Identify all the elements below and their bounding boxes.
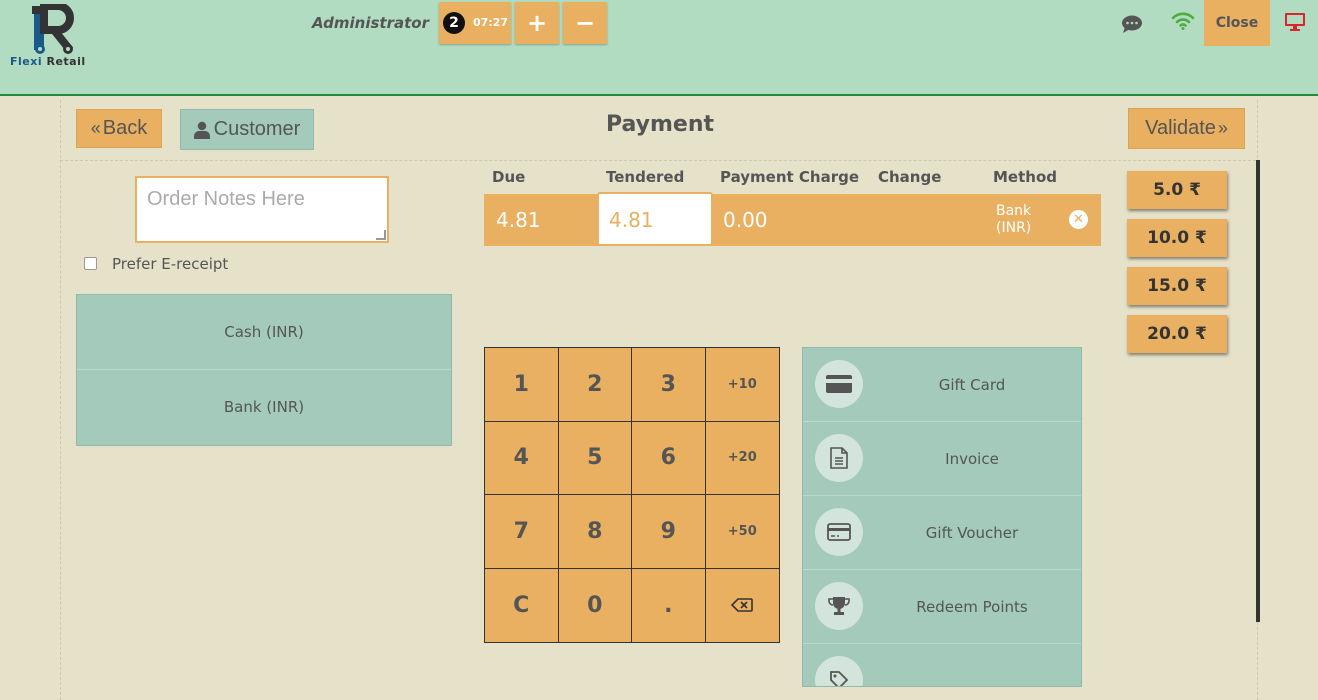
resize-grip-icon[interactable]	[376, 230, 386, 240]
key-clear[interactable]: C	[485, 568, 559, 642]
document-icon-wrap	[815, 434, 863, 482]
option-invoice[interactable]: Invoice	[803, 422, 1081, 496]
payment-line[interactable]: 4.81 4.81 0.00 Bank (INR) ✕	[484, 192, 1101, 246]
close-button[interactable]: Close	[1204, 0, 1270, 46]
payment-options-list: Gift Card Invoice Gift Voucher Redeem Po…	[802, 347, 1082, 687]
quick-amount-5[interactable]: 5.0 ₹	[1127, 171, 1227, 209]
document-icon	[830, 447, 848, 469]
validate-button-label: Validate	[1145, 117, 1216, 139]
key-7[interactable]: 7	[485, 495, 559, 569]
prefer-ereceipt-checkbox[interactable]	[84, 257, 97, 270]
key-plus-50[interactable]: +50	[705, 495, 779, 569]
order-notes-placeholder: Order Notes Here	[147, 188, 305, 210]
payment-method-cash[interactable]: Cash (INR)	[77, 295, 451, 370]
double-chevron-left-icon: «	[90, 118, 101, 138]
chat-icon[interactable]	[1121, 14, 1143, 34]
monitor-icon[interactable]	[1284, 12, 1306, 32]
key-1[interactable]: 1	[485, 348, 559, 422]
key-6[interactable]: 6	[632, 421, 706, 495]
key-plus-20[interactable]: +20	[705, 422, 779, 495]
key-decimal[interactable]: .	[632, 568, 706, 642]
wifi-icon	[1171, 12, 1195, 30]
key-0[interactable]: 0	[559, 568, 632, 642]
order-count-badge: 2	[443, 12, 465, 34]
quick-amount-10[interactable]: 10.0 ₹	[1127, 219, 1227, 257]
logo-text: Flexi Retail	[10, 55, 86, 68]
order-time: 07:27	[473, 16, 509, 29]
payment-method-bank[interactable]: Bank (INR)	[77, 370, 451, 444]
key-9[interactable]: 9	[632, 495, 706, 569]
vertical-scrollbar[interactable]	[1256, 160, 1260, 622]
voucher-card-icon-wrap	[815, 508, 863, 556]
tag-icon-wrap	[815, 656, 863, 686]
payment-method-line2: (INR)	[996, 220, 1032, 236]
option-gift-voucher[interactable]: Gift Voucher	[803, 496, 1081, 570]
header-tendered: Tendered	[606, 168, 685, 186]
option-partially-hidden[interactable]	[803, 644, 1081, 686]
page-title: Payment	[605, 112, 715, 137]
content-divider	[60, 160, 1256, 161]
option-gift-voucher-label: Gift Voucher	[925, 524, 1019, 542]
numeric-keypad: 1 2 3 +10 4 5 6 +20 7 8 9 +50 C 0 .	[484, 347, 780, 643]
key-8[interactable]: 8	[558, 495, 632, 569]
key-backspace[interactable]	[706, 569, 780, 643]
option-gift-card[interactable]: Gift Card	[803, 348, 1081, 422]
double-chevron-right-icon: »	[1217, 118, 1228, 138]
order-notes-input[interactable]: Order Notes Here	[135, 176, 389, 243]
header-due: Due	[492, 168, 526, 186]
tag-icon	[830, 671, 849, 686]
add-order-button[interactable]: +	[515, 2, 559, 44]
payment-method-value: Bank (INR)	[996, 203, 1031, 237]
voucher-card-icon	[827, 523, 851, 541]
back-button-label: Back	[102, 117, 148, 139]
quick-amount-20[interactable]: 20.0 ₹	[1127, 315, 1227, 353]
customer-button-label: Customer	[213, 118, 301, 140]
key-4[interactable]: 4	[485, 421, 559, 495]
user-name: Administrator	[312, 14, 429, 32]
option-redeem-points[interactable]: Redeem Points	[803, 570, 1081, 644]
payment-charge-value: 0.00	[723, 208, 768, 232]
trophy-icon	[828, 597, 850, 615]
payment-tendered-input[interactable]: 4.81	[597, 192, 713, 246]
credit-card-icon-wrap	[815, 360, 863, 408]
order-selector-button[interactable]: 2 07:27	[439, 2, 511, 44]
payment-due-value: 4.81	[496, 208, 541, 232]
backspace-icon	[731, 598, 754, 613]
payment-method-list: Cash (INR) Bank (INR)	[76, 294, 452, 446]
header-payment-charge: Payment Charge	[720, 168, 860, 186]
top-bar: Flexi Retail Administrator 2 07:27 + − C…	[0, 0, 1318, 96]
option-gift-card-label: Gift Card	[938, 376, 1006, 394]
payment-method-line1: Bank	[996, 203, 1032, 219]
credit-card-icon	[826, 375, 852, 393]
remove-order-button[interactable]: −	[563, 2, 607, 44]
customer-button[interactable]: Customer	[180, 109, 314, 150]
key-3[interactable]: 3	[632, 348, 706, 422]
back-button[interactable]: « Back	[76, 109, 162, 148]
key-2[interactable]: 2	[558, 348, 632, 422]
quick-amount-15[interactable]: 15.0 ₹	[1127, 267, 1227, 305]
key-plus-10[interactable]: +10	[705, 348, 779, 422]
header-method: Method	[993, 168, 1057, 186]
validate-button[interactable]: Validate »	[1128, 108, 1245, 149]
header-change: Change	[878, 168, 942, 186]
key-5[interactable]: 5	[558, 421, 632, 495]
remove-payment-icon[interactable]: ✕	[1069, 210, 1088, 229]
option-invoice-label: Invoice	[945, 450, 999, 468]
prefer-ereceipt-label: Prefer E-receipt	[112, 255, 229, 273]
option-redeem-points-label: Redeem Points	[916, 598, 1028, 616]
user-icon	[193, 121, 210, 139]
trophy-icon-wrap	[815, 582, 863, 630]
